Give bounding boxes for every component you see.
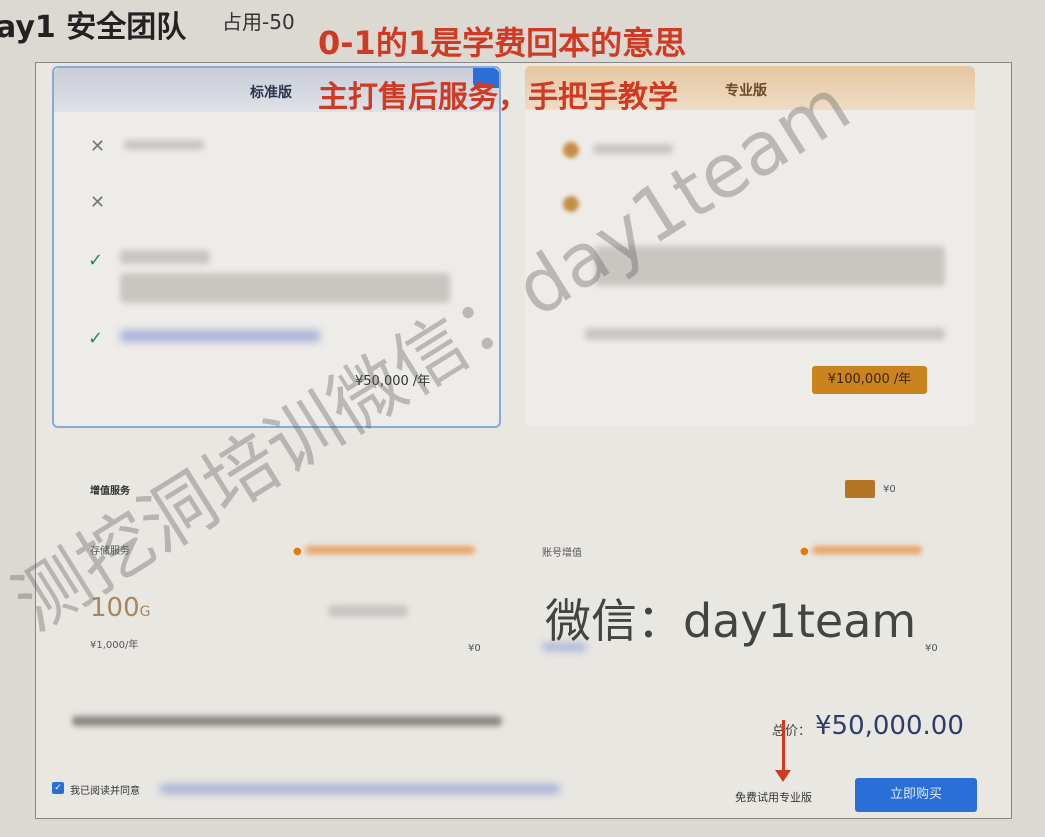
agree-checkbox[interactable]: ✓ [52,782,64,794]
pro-price: ¥100,000 /年 [812,366,927,394]
wechat-overlay: 微信：day1team [545,594,917,648]
check-icon: ✓ [88,328,104,349]
cross-icon: ✕ [90,192,106,213]
agreement-links[interactable] [160,784,560,794]
addon-toggle[interactable] [845,480,875,498]
storage-tip: ● [293,546,475,557]
page-title: ay1 安全团队 [0,10,187,45]
storage-input[interactable] [328,605,408,617]
total-label: 总价： [772,724,812,739]
buy-now-button[interactable]: 立即购买 [855,778,977,812]
storage-unit: G [139,604,151,620]
occupy-label: 占用-50 [222,10,295,34]
toggle-value: ¥0 [883,484,896,495]
total-price: ¥50,000.00 [815,711,964,741]
annotation-line1: 0-1的1是学费回本的意思 [318,24,687,62]
check-icon: ✓ [88,250,104,271]
plan-name: 标准版 [250,85,292,101]
account-label: 账号增值 [542,548,582,559]
info-note [72,716,502,726]
red-arrowhead [775,770,791,782]
account-subtotal: ¥0 [925,643,938,654]
storage-unit-price: ¥1,000/年 [90,640,139,651]
free-trial-link[interactable]: 免费试用专业版 [735,789,812,805]
cross-icon: ✕ [90,136,106,157]
account-tip: ● [800,546,922,557]
agree-label: 我已阅读并同意 [70,786,140,797]
annotation-line2: 主打售后服务，手把手教学 [318,80,678,115]
red-arrow-annotation [782,720,785,775]
storage-subtotal: ¥0 [468,643,481,654]
